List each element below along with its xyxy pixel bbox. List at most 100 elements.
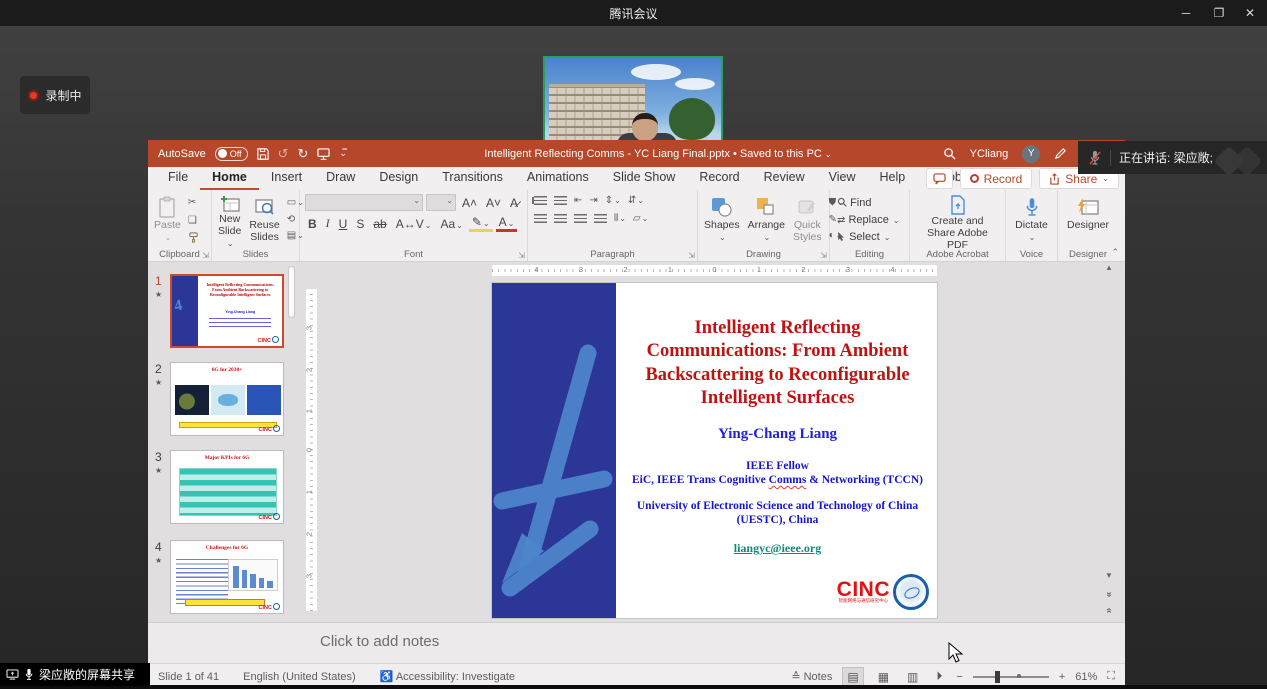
create-pdf-button[interactable]: Create and Share Adobe PDF — [914, 193, 1002, 246]
tab-file[interactable]: File — [156, 167, 200, 190]
replace-button[interactable]: ⇄ Replace — [837, 212, 902, 229]
increase-font-icon[interactable]: A˄ — [459, 196, 480, 210]
quick-styles-button[interactable]: Quick Styles — [790, 193, 825, 246]
comments-button[interactable] — [926, 168, 953, 189]
dialog-launcher-icon[interactable]: ⇲ — [202, 251, 209, 260]
slide-thumbnail-3[interactable]: Major KPIs for 6G CINC — [170, 450, 284, 524]
character-spacing-icon[interactable]: A↔V — [393, 217, 435, 231]
dialog-launcher-icon[interactable]: ⇲ — [820, 251, 827, 260]
shapes-button[interactable]: Shapes — [701, 193, 743, 246]
decrease-font-icon[interactable]: A˅ — [483, 196, 504, 210]
zoom-slider[interactable] — [973, 676, 1049, 678]
slideshow-view-button[interactable]: ⏵ — [932, 667, 946, 686]
restore-window-icon[interactable]: ❐ — [1204, 0, 1234, 26]
cut-icon[interactable]: ✂ — [188, 196, 199, 210]
collapse-ribbon-icon[interactable]: ⌃ — [1111, 247, 1119, 258]
font-name-select[interactable] — [305, 194, 423, 211]
shadow-button[interactable]: S — [353, 217, 367, 231]
dialog-launcher-icon[interactable]: ⇲ — [688, 251, 695, 260]
tab-home[interactable]: Home — [200, 167, 259, 190]
slide-thumbnail-1[interactable]: ⁴ Intelligent Reflecting Communications:… — [170, 274, 284, 348]
scroll-up-icon[interactable]: ▲ — [1104, 263, 1114, 272]
close-window-icon[interactable]: ✕ — [1235, 0, 1265, 26]
line-spacing-icon[interactable]: ⇕ — [605, 195, 621, 206]
tab-slide-show[interactable]: Slide Show — [601, 167, 688, 190]
notes-pane[interactable]: Click to add notes — [148, 622, 1125, 663]
paste-button[interactable]: Paste — [151, 193, 184, 246]
zoom-out-button[interactable]: − — [956, 671, 962, 683]
autosave-toggle[interactable]: Off — [215, 147, 248, 161]
italic-button[interactable]: I — [323, 216, 333, 231]
convert-smartart-icon[interactable]: ▱ — [633, 213, 648, 224]
find-button[interactable]: Find — [837, 195, 902, 212]
format-painter-icon[interactable] — [188, 232, 199, 243]
clear-formatting-icon[interactable]: A̷ — [507, 196, 521, 210]
start-slideshow-icon[interactable] — [317, 148, 330, 160]
avatar[interactable]: Y — [1022, 145, 1040, 163]
user-name[interactable]: YCliang — [970, 148, 1009, 160]
numbering-icon[interactable] — [554, 196, 567, 205]
redo-icon[interactable]: ↻ — [297, 147, 308, 160]
bullets-icon[interactable] — [534, 196, 547, 205]
tab-draw[interactable]: Draw — [314, 167, 367, 190]
align-left-icon[interactable] — [534, 214, 547, 223]
chevron-down-icon[interactable]: ⌄ — [825, 150, 832, 159]
tab-transitions[interactable]: Transitions — [430, 167, 515, 190]
font-size-select[interactable] — [426, 194, 456, 211]
slide-email-link[interactable]: liangyc@ieee.org — [622, 541, 933, 556]
new-slide-button[interactable]: New Slide — [215, 193, 244, 246]
slide-thumbnail-4[interactable]: Challenges for 6G CINC — [170, 540, 284, 614]
bold-button[interactable]: B — [305, 217, 320, 231]
notes-toggle-button[interactable]: ≙ Notes — [791, 670, 832, 683]
select-button[interactable]: Select — [837, 229, 902, 246]
dialog-launcher-icon[interactable]: ⇲ — [518, 251, 525, 260]
tab-animations[interactable]: Animations — [515, 167, 601, 190]
dictate-button[interactable]: Dictate — [1012, 193, 1051, 246]
search-icon[interactable] — [943, 147, 956, 160]
zoom-slider-thumb[interactable] — [995, 671, 1000, 683]
zoom-in-button[interactable]: + — [1059, 671, 1065, 683]
customize-qat-icon[interactable]: ⌄̅ — [339, 149, 347, 158]
align-right-icon[interactable] — [574, 214, 587, 223]
scroll-down-icon[interactable]: ▼ — [1104, 571, 1114, 580]
highlight-color-icon[interactable]: ✎ — [469, 215, 493, 232]
previous-slide-button[interactable]: « — [1104, 589, 1114, 600]
arrange-button[interactable]: Arrange — [745, 193, 788, 246]
tab-insert[interactable]: Insert — [259, 167, 314, 190]
slide-indicator[interactable]: Slide 1 of 41 — [158, 671, 219, 683]
slide-canvas[interactable]: Intelligent Reflecting Communications: F… — [492, 283, 937, 618]
record-button[interactable]: Record — [960, 168, 1033, 189]
pen-mode-icon[interactable] — [1054, 147, 1067, 160]
save-icon[interactable] — [257, 148, 269, 160]
strikethrough-button[interactable]: ab — [370, 217, 389, 231]
tab-record[interactable]: Record — [687, 167, 751, 190]
normal-view-button[interactable]: ▤ — [842, 667, 863, 687]
designer-button[interactable]: Designer — [1064, 193, 1112, 246]
fit-to-window-icon[interactable]: ⛶ — [1107, 670, 1115, 683]
minimize-window-icon[interactable]: ─ — [1171, 0, 1201, 26]
decrease-indent-icon[interactable]: ⇤ — [574, 195, 582, 206]
align-center-icon[interactable] — [554, 214, 567, 223]
change-case-icon[interactable]: Aa — [437, 217, 465, 231]
font-color-icon[interactable]: A — [496, 215, 518, 232]
tab-view[interactable]: View — [817, 167, 868, 190]
language-indicator[interactable]: English (United States) — [243, 671, 356, 683]
tab-help[interactable]: Help — [867, 167, 917, 190]
underline-button[interactable]: U — [336, 217, 351, 231]
accessibility-status[interactable]: ♿ Accessibility: Investigate — [380, 670, 515, 683]
reuse-slides-button[interactable]: Reuse Slides — [246, 193, 282, 246]
notes-placeholder[interactable]: Click to add notes — [320, 633, 439, 650]
tab-design[interactable]: Design — [367, 167, 430, 190]
next-slide-button[interactable]: « — [1104, 605, 1114, 616]
editor-vertical-scrollbar[interactable]: ▲ ▼ « « — [1104, 263, 1114, 615]
justify-icon[interactable] — [594, 214, 607, 223]
zoom-level[interactable]: 61% — [1075, 671, 1097, 683]
reading-view-button[interactable]: ▥ — [903, 668, 922, 686]
columns-icon[interactable]: ⫴ — [614, 213, 626, 224]
undo-icon[interactable]: ↺ — [278, 147, 289, 160]
increase-indent-icon[interactable]: ⇥ — [589, 195, 597, 206]
slide-thumbnail-2[interactable]: 6G for 2030+ CINC — [170, 362, 284, 436]
text-direction-icon[interactable]: ⇵ — [628, 195, 644, 206]
copy-icon[interactable]: ❏ — [188, 214, 199, 228]
slide-sorter-view-button[interactable]: ▦ — [874, 668, 893, 686]
